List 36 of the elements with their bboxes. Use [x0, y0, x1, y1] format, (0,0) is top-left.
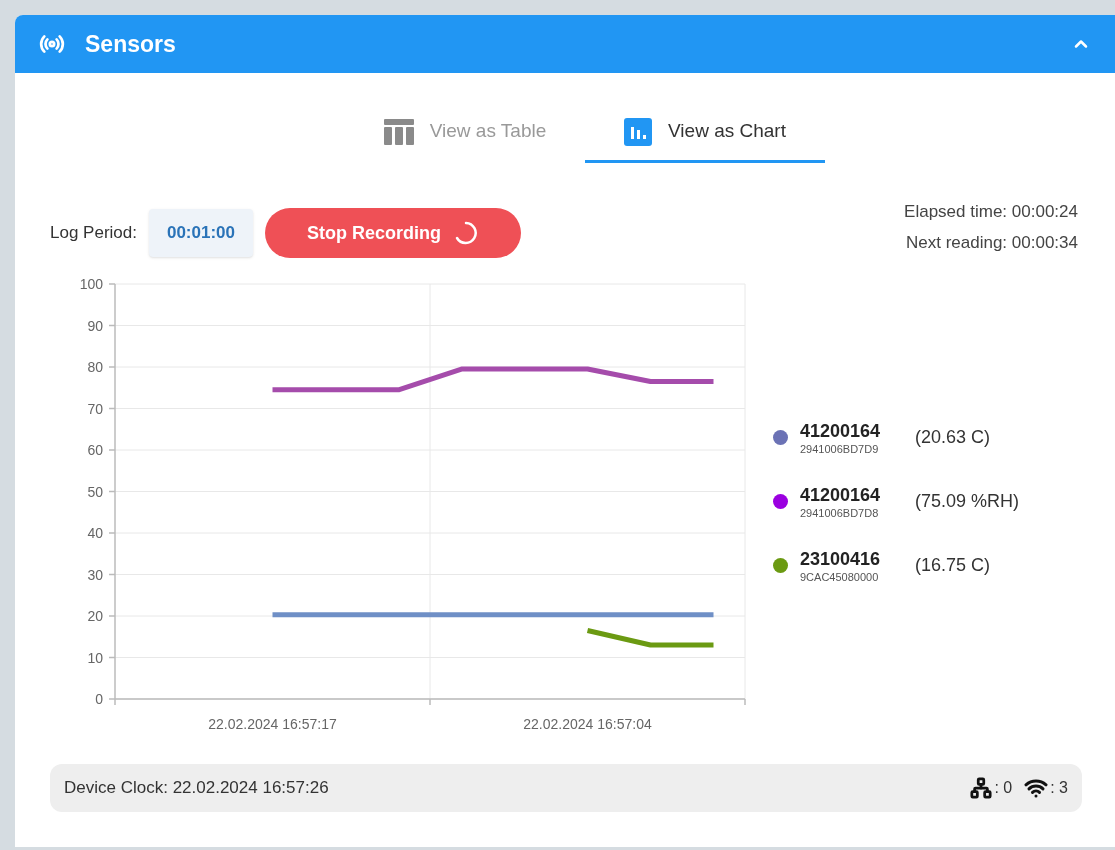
sensor-id: 2941006BD7D8 [800, 505, 880, 520]
sensor-reading: (75.09 %RH) [915, 490, 1020, 513]
axis-label: 30 [87, 566, 103, 583]
axis-label: 22.02.2024 16:57:04 [523, 716, 652, 732]
sensor-reading: (20.63 C) [915, 426, 991, 449]
wireless-count: : 3 [1050, 778, 1068, 798]
wired-count: : 0 [994, 778, 1013, 798]
axis-label: 100 [79, 276, 103, 292]
axis-label: 22.02.2024 16:57:17 [208, 716, 337, 732]
axis-label: 40 [87, 525, 103, 541]
elapsed-time: Elapsed time: 00:00:24 [904, 201, 1078, 223]
axis-label: 70 [87, 400, 103, 417]
axis-label: 50 [87, 483, 103, 500]
sensor-id: 2941006BD7D9 [800, 441, 880, 456]
next-reading: Next reading: 00:00:34 [906, 232, 1078, 254]
axis-label: 90 [87, 317, 103, 334]
log-period-label: Log Period: [50, 222, 137, 245]
table-icon [383, 118, 414, 145]
axis-label: 80 [87, 359, 103, 375]
sensor-number: 23100416 [800, 547, 882, 570]
sensor-reading: (16.75 C) [915, 554, 991, 577]
view-tab[interactable]: View as Table [345, 103, 585, 163]
bar-chart-icon [624, 117, 653, 146]
device-clock: Device Clock: 22.02.2024 16:57:26 [64, 777, 329, 800]
sensor-number: 41200164 [800, 419, 882, 442]
sensor-id: 9CAC45080000 [800, 569, 880, 584]
view-tab[interactable]: View as Chart [585, 103, 825, 163]
network-icon [970, 777, 993, 799]
sensor-number: 41200164 [800, 483, 882, 506]
axis-label: 10 [87, 649, 103, 666]
axis-label: 0 [95, 691, 103, 707]
stop-recording-button[interactable]: Stop Recording [264, 208, 521, 258]
log-period-field[interactable]: 00:01:00 [148, 209, 253, 257]
axis-label: 60 [87, 442, 103, 458]
panel-title: Sensors [85, 29, 176, 59]
axis-label: 20 [87, 608, 103, 624]
